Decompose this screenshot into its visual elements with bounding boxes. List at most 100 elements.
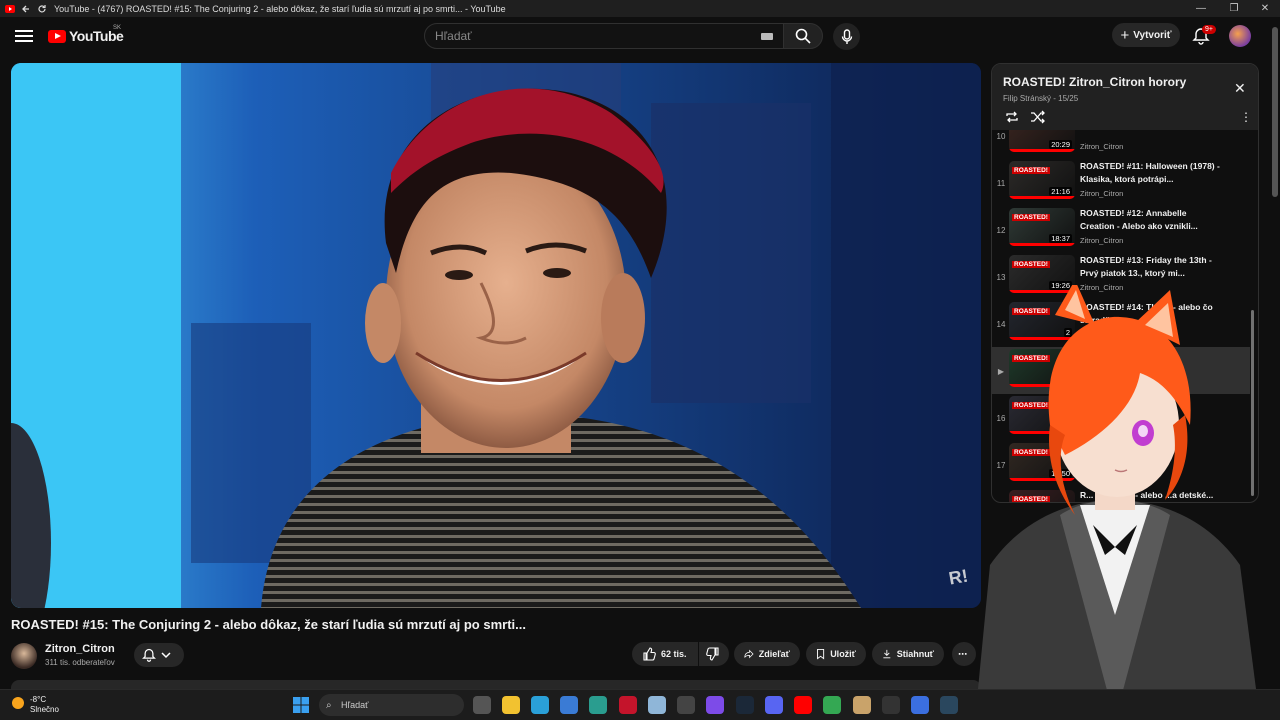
watched-progress-bar [1009, 196, 1075, 199]
edge-browser-icon[interactable] [531, 696, 549, 714]
search-input[interactable]: Hľadať [424, 23, 784, 49]
vtuber-avatar-overlay [975, 285, 1260, 720]
download-button[interactable]: Stiahnuť [872, 642, 944, 666]
video-title: ROASTED! #15: The Conjuring 2 - alebo dô… [11, 617, 526, 632]
keyboard-icon[interactable] [761, 33, 773, 40]
playlist-item-channel[interactable]: Zitron_Citron [1080, 142, 1123, 151]
playlist-item-title[interactable]: ROASTED! #13: Friday the 13th - Prvý pia… [1080, 254, 1220, 280]
playlist-item-index: 12 [996, 226, 1006, 235]
vegas-icon[interactable] [648, 696, 666, 714]
playlist-item-thumbnail[interactable]: ROASTED!20:29 [1009, 130, 1075, 152]
search-icon [795, 28, 811, 44]
steam-icon[interactable] [940, 696, 958, 714]
playlist-item[interactable]: 10ROASTED!20:29najdlhšia epizóda!!!Zitro… [992, 130, 1250, 159]
playlist-item-title[interactable]: ROASTED! #11: Halloween (1978) - Klasika… [1080, 160, 1220, 186]
hamburger-menu-icon[interactable] [14, 27, 34, 45]
close-window-icon[interactable]: ✕ [1248, 0, 1280, 17]
windows-taskbar: -8°C Slnečno Hľadať ⌕ [0, 689, 1280, 720]
playlist-item-title[interactable]: ROASTED! #12: Annabelle Creation - Alebo… [1080, 207, 1220, 233]
steam-icon[interactable] [736, 696, 754, 714]
task-view-icon[interactable] [473, 696, 491, 714]
channel-name[interactable]: Zitron_Citron [45, 643, 115, 655]
youtube-taskbar-icon[interactable] [794, 696, 812, 714]
video-player[interactable]: R! [11, 63, 981, 608]
app-icon[interactable] [853, 696, 871, 714]
playlist-item-duration: 18:37 [1049, 234, 1072, 243]
weather-text: Slnečno [30, 705, 59, 714]
like-count: 62 tis. [661, 649, 687, 659]
like-button[interactable]: 62 tis. [632, 642, 698, 666]
bookmark-icon [817, 648, 825, 660]
acrobat-icon[interactable] [619, 696, 637, 714]
playlist-meta: Filip Stránský - 15/25 [1003, 94, 1079, 103]
download-label: Stiahnuť [896, 649, 934, 659]
playlist-item-thumbnail[interactable]: ROASTED! 18:37 [1009, 208, 1075, 246]
video-frame: R! [11, 63, 981, 608]
obs-icon[interactable] [882, 696, 900, 714]
maximize-icon[interactable]: ❐ [1217, 0, 1251, 17]
playlist-owner[interactable]: Filip Stránský [1003, 94, 1051, 103]
notification-badge: 9+ [1202, 25, 1216, 34]
search-button[interactable] [783, 23, 823, 49]
roasted-thumb-label: ROASTED! [1012, 167, 1050, 174]
create-label: Vytvoriť [1133, 29, 1172, 41]
taskbar-search-placeholder: Hľadať [341, 700, 369, 710]
masthead: YouTube SK Hľadať + Vytvoriť 9+ [0, 17, 1280, 57]
channel-avatar[interactable] [11, 643, 37, 669]
browser-titlebar: YouTube - (4767) ROASTED! #15: The Conju… [0, 0, 1280, 17]
weather-widget[interactable]: -8°C Slnečno [12, 695, 59, 715]
playlist-position: 15/25 [1058, 94, 1079, 103]
discord-icon[interactable] [765, 696, 783, 714]
playlist-item[interactable]: 11 ROASTED! 21:16 ROASTED! #11: Halloween (… [992, 159, 1250, 206]
share-label: Zdieľať [758, 649, 790, 659]
playlist-item-index: 13 [996, 273, 1006, 282]
page-scrollbar[interactable] [1272, 27, 1278, 197]
playlist-item-index: 11 [996, 179, 1006, 188]
taskbar-search-input[interactable]: Hľadať [319, 694, 464, 716]
temperature: -8°C [30, 695, 47, 704]
file-explorer-icon[interactable] [502, 696, 520, 714]
microphone-icon [841, 28, 852, 44]
bell-icon [142, 648, 156, 662]
reload-icon[interactable] [36, 3, 48, 15]
playlist-header: ROASTED! Zitron_Citron horory Filip Strá… [992, 64, 1258, 130]
playlist-item-index: 10 [996, 132, 1006, 141]
loop-icon[interactable] [1004, 110, 1020, 124]
close-playlist-icon[interactable]: ✕ [1234, 80, 1246, 97]
country-code: SK [113, 25, 122, 31]
playlist-item[interactable]: 12 ROASTED! 18:37 ROASTED! #12: Annabelle C… [992, 206, 1250, 253]
playlist-title[interactable]: ROASTED! Zitron_Citron horory [1003, 75, 1186, 89]
subscribe-notifications-button[interactable] [134, 643, 184, 667]
github-icon[interactable] [677, 696, 695, 714]
share-button[interactable]: Zdieľať [734, 642, 800, 666]
taskbar-search-icon: ⌕ [326, 700, 332, 711]
minimize-icon[interactable]: — [1184, 0, 1218, 17]
playlist-more-icon[interactable]: ⋮ [1240, 110, 1252, 124]
youtube-favicon-icon [4, 3, 16, 15]
thumbs-up-icon [643, 647, 656, 661]
chrome-icon[interactable] [823, 696, 841, 714]
voice-search-button[interactable] [833, 23, 860, 50]
playlist-item-thumbnail[interactable]: ROASTED! 21:16 [1009, 161, 1075, 199]
playlist-item-channel[interactable]: Zitron_Citron [1080, 189, 1123, 198]
playlist-item-channel[interactable]: Zitron_Citron [1080, 236, 1123, 245]
create-button[interactable]: + Vytvoriť [1112, 23, 1180, 47]
sun-icon [12, 697, 24, 709]
shuffle-icon[interactable] [1030, 110, 1046, 124]
download-icon [883, 649, 891, 659]
messaging-app-icon[interactable] [589, 696, 607, 714]
roasted-thumb-label: ROASTED! [1012, 214, 1050, 221]
youtube-play-icon [48, 29, 66, 43]
back-arrow-icon[interactable] [20, 3, 32, 15]
store-icon[interactable] [560, 696, 578, 714]
dislike-button[interactable] [699, 642, 729, 666]
save-button[interactable]: Uložiť [806, 642, 866, 666]
windows-start-icon[interactable] [293, 697, 309, 713]
thumbs-down-icon [706, 647, 719, 661]
chevron-down-icon [161, 652, 171, 659]
app-icon[interactable] [911, 696, 929, 714]
watched-progress-bar [1009, 149, 1075, 152]
twitch-icon[interactable] [706, 696, 724, 714]
account-avatar[interactable] [1229, 25, 1251, 47]
watched-progress-bar [1009, 243, 1075, 246]
